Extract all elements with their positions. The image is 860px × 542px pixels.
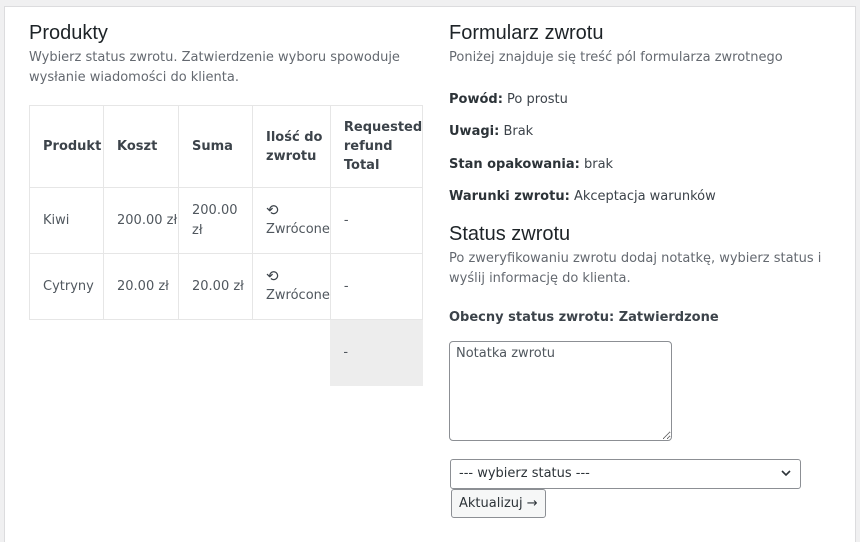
field-notes: Uwagi: Brak	[449, 122, 533, 142]
cell-refund: -	[329, 187, 424, 254]
empty-cell	[179, 320, 253, 386]
status-section: Status zwrotu Po zweryfikowaniu zwrotu d…	[449, 221, 829, 289]
cell-cost: 200.00 zł	[103, 187, 179, 254]
field-label: Uwagi:	[449, 124, 500, 139]
cell-sum: 200.00 zł	[178, 187, 253, 254]
status-title: Status zwrotu	[449, 223, 571, 245]
header-cost: Koszt	[103, 105, 179, 188]
field-label: Stan opakowania:	[449, 157, 580, 172]
field-label: Powód:	[449, 92, 503, 107]
table-row: Cytryny 20.00 zł 20.00 zł ⟲ Zwrócone -	[29, 253, 424, 320]
field-reason: Powód: Po prostu	[449, 90, 568, 110]
field-label: Warunki zwrotu:	[449, 189, 570, 204]
products-table: Produkt Koszt Suma Ilość do zwrotu Reque…	[29, 105, 424, 386]
form-title: Formularz zwrotu	[449, 22, 604, 44]
status-description: Po zweryfikowaniu zwrotu dodaj notatkę, …	[449, 251, 822, 286]
products-title: Produkty	[29, 22, 108, 44]
table-row: Kiwi 200.00 zł 200.00 zł ⟲ Zwrócone -	[29, 187, 424, 254]
products-description: Wybierz status zwrotu. Zatwierdzenie wyb…	[29, 50, 400, 85]
undo-icon[interactable]: ⟲	[266, 268, 330, 284]
current-status: Obecny status zwrotu: Zatwierdzone	[449, 310, 719, 325]
refund-note-input[interactable]	[449, 341, 672, 441]
status-select[interactable]: --- wybierz status ---	[450, 459, 801, 489]
field-value: Po prostu	[507, 92, 568, 107]
field-packaging: Stan opakowania: brak	[449, 155, 613, 175]
field-value: brak	[583, 157, 614, 172]
undo-icon[interactable]: ⟲	[266, 202, 330, 218]
field-value: Akceptacja warunków	[573, 189, 716, 204]
status-select-value: --- wybierz status ---	[459, 466, 590, 481]
header-product: Produkt	[29, 105, 104, 188]
return-status-label: Zwrócone	[266, 287, 330, 303]
cell-return-status: ⟲ Zwrócone	[252, 253, 331, 320]
chevron-down-icon	[780, 460, 792, 499]
refund-total-cell: -	[330, 319, 423, 386]
cell-product: Cytryny	[29, 253, 104, 320]
products-section: Produkty Wybierz status zwrotu. Zatwierd…	[29, 20, 409, 88]
cell-product: Kiwi	[29, 187, 104, 254]
cell-refund: -	[329, 253, 424, 320]
header-return-qty: Ilość do zwrotu	[252, 105, 331, 188]
header-sum: Suma	[178, 105, 253, 188]
table-total-row: -	[30, 319, 423, 386]
update-button[interactable]: Aktualizuj →	[451, 489, 546, 518]
return-status-label: Zwrócone	[266, 221, 330, 237]
empty-cell	[30, 320, 104, 386]
cell-return-status: ⟲ Zwrócone	[252, 187, 331, 254]
form-description: Poniżej znajduje się treść pól formularz…	[449, 50, 783, 65]
cell-sum: 20.00 zł	[178, 253, 253, 320]
table-header-row: Produkt Koszt Suma Ilość do zwrotu Reque…	[29, 105, 424, 188]
empty-cell	[253, 320, 331, 386]
cell-cost: 20.00 zł	[103, 253, 179, 320]
form-section: Formularz zwrotu Poniżej znajduje się tr…	[449, 20, 829, 68]
header-refund-total: Requested refund Total	[329, 105, 424, 188]
empty-cell	[104, 320, 179, 386]
field-value: Brak	[503, 124, 534, 139]
field-terms: Warunki zwrotu: Akceptacja warunków	[449, 187, 716, 207]
